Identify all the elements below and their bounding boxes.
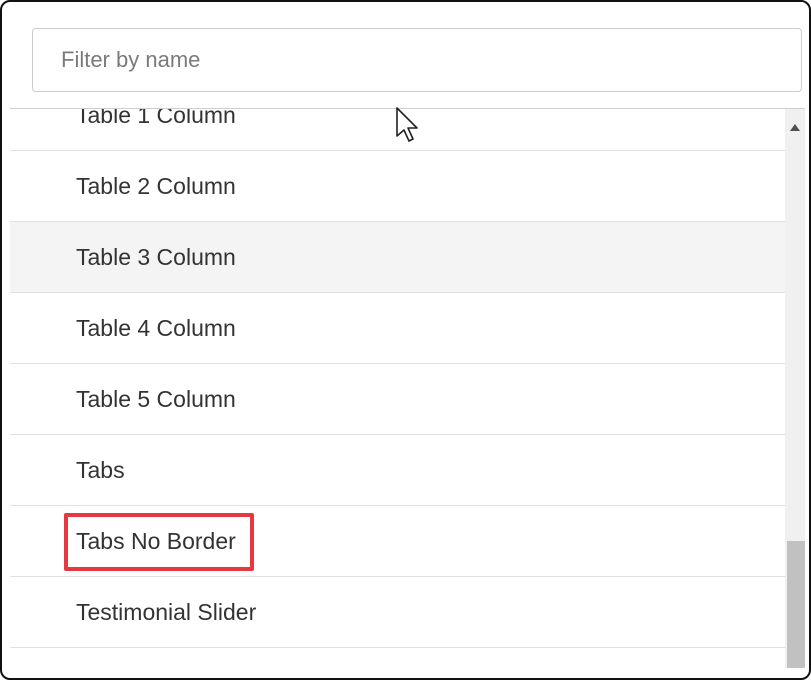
filter-bar bbox=[10, 2, 805, 109]
list-item-label: Table 4 Column bbox=[76, 314, 236, 341]
list-item-label: Table 2 Column bbox=[76, 172, 236, 199]
list-item-tabs[interactable]: Tabs bbox=[10, 435, 785, 506]
list-item-table-2-column[interactable]: Table 2 Column bbox=[10, 151, 785, 222]
list-item-tabs-no-border[interactable]: Tabs No Border bbox=[10, 506, 785, 577]
widget-list-viewport[interactable]: Table 1 Column Table 2 Column Table 3 Co… bbox=[10, 108, 805, 668]
vertical-scrollbar[interactable] bbox=[785, 108, 805, 668]
scrollbar-thumb[interactable] bbox=[787, 541, 805, 668]
widget-list: Table 1 Column Table 2 Column Table 3 Co… bbox=[10, 108, 785, 648]
list-item-table-3-column[interactable]: Table 3 Column bbox=[10, 222, 785, 293]
list-item-label: Table 5 Column bbox=[76, 385, 236, 412]
list-item-label: Table 1 Column bbox=[76, 108, 236, 128]
list-item-table-5-column[interactable]: Table 5 Column bbox=[10, 364, 785, 435]
widget-picker-panel: Table 1 Column Table 2 Column Table 3 Co… bbox=[0, 0, 811, 680]
scroll-up-button[interactable] bbox=[785, 118, 805, 136]
list-item-label-highlighted: Tabs No Border bbox=[64, 512, 254, 571]
list-item-testimonial-slider[interactable]: Testimonial Slider bbox=[10, 577, 785, 648]
filter-by-name-input[interactable] bbox=[32, 28, 802, 92]
list-item-label: Testimonial Slider bbox=[76, 598, 257, 625]
list-item-label: Tabs bbox=[76, 456, 125, 483]
list-item-label: Table 3 Column bbox=[76, 243, 236, 270]
triangle-up-icon bbox=[790, 123, 800, 131]
list-item-table-4-column[interactable]: Table 4 Column bbox=[10, 293, 785, 364]
mouse-pointer-icon bbox=[396, 107, 418, 142]
